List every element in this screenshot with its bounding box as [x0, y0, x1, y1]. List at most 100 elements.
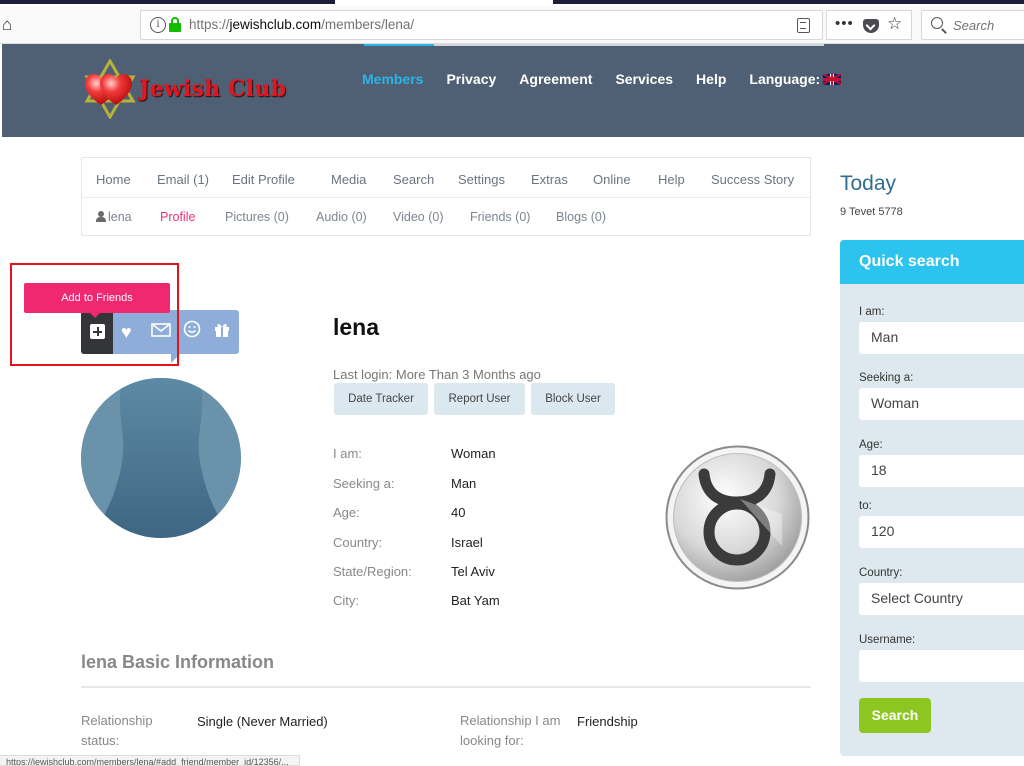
relationship-looking-for-label: Relationship I am looking for:	[460, 713, 561, 748]
profile-name: lena	[333, 314, 380, 340]
detail-value: Bat Yam	[451, 593, 500, 608]
subnav-media[interactable]: Media	[331, 172, 366, 187]
detail-value: Tel Aviv	[451, 564, 495, 579]
nav-agreement[interactable]: Agreement	[519, 71, 592, 87]
url-text[interactable]: https://jewishclub.com/members/lena/	[189, 17, 414, 32]
detail-label: I am:	[333, 446, 362, 461]
qs-age-to-select[interactable]: 120	[859, 516, 1024, 548]
basic-info-divider	[81, 686, 811, 688]
profile-avatar[interactable]	[81, 378, 241, 538]
home-icon[interactable]: ⌂	[2, 14, 22, 36]
qs-username-label: Username:	[859, 634, 916, 646]
url-path: /members/lena/	[321, 17, 415, 32]
detail-value: Israel	[451, 535, 483, 550]
more-actions-icon[interactable]: •••	[835, 15, 854, 32]
subnav-friends[interactable]: Friends (0)	[470, 210, 530, 224]
subnav-user-label: lena	[108, 210, 132, 224]
zodiac-taurus-icon	[664, 444, 811, 591]
qs-username-input[interactable]	[859, 650, 1024, 682]
subnav-divider	[82, 197, 810, 198]
nav-active-indicator	[364, 44, 434, 46]
subnav-home[interactable]: Home	[96, 172, 131, 187]
subnav-profile[interactable]: Profile	[160, 210, 195, 224]
uk-flag-icon[interactable]	[823, 73, 842, 85]
subnav-user[interactable]: lena	[96, 210, 132, 224]
nav-privacy[interactable]: Privacy	[446, 71, 496, 87]
annotation-highlight	[10, 263, 179, 366]
info-icon[interactable]: i	[150, 17, 166, 33]
logo-text: Jewish Club	[139, 76, 287, 102]
qs-i-am-label: I am:	[859, 306, 885, 318]
qs-age-to-label: to:	[859, 500, 872, 512]
member-subnav: Home Email (1) Edit Profile Media Search…	[81, 157, 811, 236]
subnav-extras[interactable]: Extras	[531, 172, 568, 187]
subnav-search[interactable]: Search	[393, 172, 434, 187]
browser-tab[interactable]	[115, 0, 335, 4]
female-silhouette-icon	[81, 378, 241, 538]
star-hearts-icon	[84, 59, 136, 119]
url-domain: jewishclub.com	[229, 17, 322, 32]
browser-status-bar: https://jewishclub.com/members/lena/#add…	[0, 755, 300, 766]
subnav-pictures[interactable]: Pictures (0)	[225, 210, 289, 224]
smiley-icon[interactable]	[183, 320, 201, 344]
quick-search-header: Quick search	[840, 240, 1024, 284]
search-placeholder: Search	[953, 18, 995, 33]
today-date: 9 Tevet 5778	[840, 206, 903, 218]
nav-help[interactable]: Help	[696, 71, 726, 87]
relationship-status-value: Single (Never Married)	[197, 714, 328, 729]
subnav-settings[interactable]: Settings	[458, 172, 505, 187]
lock-icon[interactable]	[169, 17, 181, 33]
browser-tab[interactable]	[0, 0, 115, 4]
language-label: Language:	[749, 71, 821, 87]
search-icon	[931, 17, 943, 29]
subnav-email[interactable]: Email (1)	[157, 172, 209, 187]
quick-search-title: Quick search	[859, 253, 960, 270]
basic-info-title: lena Basic Information	[81, 652, 275, 672]
subnav-audio[interactable]: Audio (0)	[316, 210, 367, 224]
today-title: Today	[840, 172, 897, 195]
browser-search-input[interactable]: Search	[921, 10, 1024, 40]
block-user-button[interactable]: Block User	[531, 383, 615, 415]
url-scheme: https://	[189, 17, 230, 32]
detail-label: State/Region:	[333, 564, 412, 579]
page-actions: ••• ☆	[826, 10, 912, 40]
subnav-success-story[interactable]: Success Story	[711, 172, 794, 187]
qs-age-label: Age:	[859, 439, 883, 451]
qs-age-from-select[interactable]: 18	[859, 455, 1024, 487]
subnav-online[interactable]: Online	[593, 172, 631, 187]
detail-label: Country:	[333, 535, 383, 550]
site-logo[interactable]: Jewish Club	[81, 59, 301, 119]
url-bar[interactable]: i https://jewishclub.com/members/lena/	[140, 10, 823, 40]
qs-seeking-select[interactable]: Woman	[859, 388, 1024, 420]
quick-search-button[interactable]: Search	[859, 698, 931, 733]
nav-language[interactable]: Language:	[749, 71, 842, 87]
detail-label: City:	[333, 593, 359, 608]
site-header: Jewish Club Members Privacy Agreement Se…	[2, 44, 1024, 137]
user-icon	[96, 211, 106, 222]
bookmark-star-icon[interactable]: ☆	[887, 14, 902, 34]
qs-i-am-select[interactable]: Man	[859, 322, 1024, 354]
subnav-video[interactable]: Video (0)	[393, 210, 444, 224]
date-tracker-button[interactable]: Date Tracker	[334, 383, 428, 415]
qs-country-select[interactable]: Select Country	[859, 583, 1024, 615]
main-nav: Members Privacy Agreement Services Help …	[362, 71, 864, 87]
subnav-blogs[interactable]: Blogs (0)	[556, 210, 606, 224]
relationship-status-label: Relationship status:	[81, 713, 153, 748]
subnav-edit-profile[interactable]: Edit Profile	[232, 172, 295, 187]
detail-value: Man	[451, 476, 477, 491]
detail-value: 40	[451, 505, 466, 520]
header-top-line	[434, 44, 824, 46]
report-user-button[interactable]: Report User	[434, 383, 525, 415]
nav-members[interactable]: Members	[362, 71, 423, 87]
subnav-help[interactable]: Help	[658, 172, 685, 187]
relationship-looking-for-value: Friendship	[577, 714, 638, 729]
qs-seeking-label: Seeking a:	[859, 372, 914, 384]
nav-services[interactable]: Services	[615, 71, 673, 87]
quick-search-panel: Quick search I am: Man Seeking a: Woman …	[840, 240, 1024, 756]
gift-icon[interactable]	[213, 320, 231, 344]
qs-country-label: Country:	[859, 567, 903, 579]
detail-label: Age:	[333, 505, 360, 520]
reader-view-icon[interactable]	[797, 18, 810, 33]
browser-tab[interactable]	[553, 0, 1024, 4]
pocket-icon[interactable]	[863, 19, 879, 33]
